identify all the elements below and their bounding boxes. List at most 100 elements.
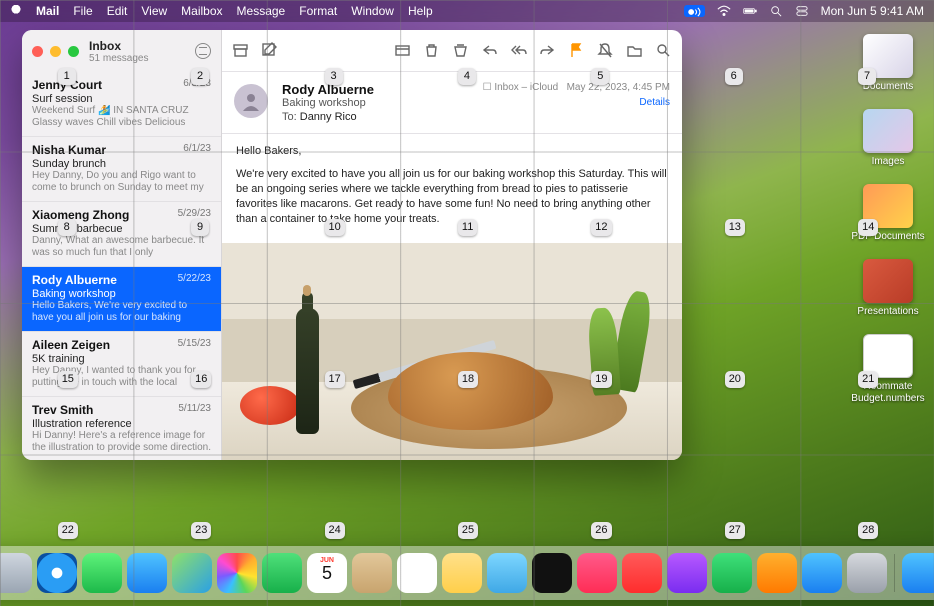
row-subject: Baking workshop — [32, 288, 211, 300]
menu-file[interactable]: File — [73, 4, 92, 18]
mail-window: Inbox 51 messages Jenny Court6/3/23 Surf… — [22, 30, 682, 460]
mailbox-indicator[interactable]: ☐ — [483, 82, 495, 93]
details-link[interactable]: Details — [483, 97, 670, 108]
wifi-icon[interactable] — [717, 5, 731, 17]
grid-cell-number: 25 — [458, 522, 478, 539]
mail-reader-pane: Rody Albuerne Baking workshop To: Danny … — [222, 30, 682, 460]
row-from: Aileen Zeigen — [32, 338, 110, 352]
desktop-stack-images[interactable]: Images — [850, 109, 926, 168]
dock-podcasts-icon[interactable] — [667, 553, 707, 593]
dock-settings-icon[interactable] — [847, 553, 887, 593]
archive2-icon[interactable] — [394, 42, 411, 59]
grid-cell-number: 6 — [725, 68, 743, 85]
message-row[interactable]: Jenny Court6/3/23 Surf session Weekend S… — [22, 72, 221, 137]
desktop-file-budget[interactable]: Roommate Budget.numbers — [850, 334, 926, 405]
mute-icon[interactable] — [597, 42, 614, 59]
dock-calendar-icon[interactable]: JUN5 — [307, 553, 347, 593]
to-name[interactable]: Danny Rico — [300, 111, 357, 123]
search-icon[interactable] — [655, 42, 672, 59]
inbox-count: 51 messages — [89, 53, 148, 64]
desktop-stack-presentations[interactable]: Presentations — [850, 259, 926, 318]
menubar-clock[interactable]: Mon Jun 5 9:41 AM — [821, 4, 924, 18]
sender-avatar[interactable] — [234, 84, 268, 118]
dock-appstore-icon[interactable] — [802, 553, 842, 593]
dock-messages-icon[interactable] — [82, 553, 122, 593]
dock-numbers-icon[interactable] — [712, 553, 752, 593]
message-greeting: Hello Bakers, — [236, 144, 668, 159]
close-window-button[interactable] — [32, 46, 43, 57]
message-row[interactable]: Aileen Zeigen5/15/23 5K training Hey Dan… — [22, 332, 221, 397]
desktop-stack-pdf[interactable]: PDF Documents — [850, 184, 926, 243]
dock-freeform-icon[interactable] — [487, 553, 527, 593]
app-name[interactable]: Mail — [36, 4, 59, 18]
compose-icon[interactable] — [261, 42, 278, 59]
dock-mail-icon[interactable] — [127, 553, 167, 593]
reply-all-icon[interactable] — [510, 42, 527, 59]
row-from: Nisha Kumar — [32, 143, 106, 157]
menu-help[interactable]: Help — [408, 4, 433, 18]
menu-message[interactable]: Message — [237, 4, 286, 18]
zoom-window-button[interactable] — [68, 46, 79, 57]
menu-edit[interactable]: Edit — [107, 4, 128, 18]
message-attachment-image[interactable] — [222, 243, 682, 460]
dock-launchpad-icon[interactable] — [0, 553, 32, 593]
message-header: Rody Albuerne Baking workshop To: Danny … — [222, 72, 682, 134]
message-row[interactable]: Trev Smith 5/11/23 Illustration reference… — [22, 397, 221, 460]
minimize-window-button[interactable] — [50, 46, 61, 57]
move-icon[interactable] — [626, 42, 643, 59]
mail-message-list: Inbox 51 messages Jenny Court6/3/23 Surf… — [22, 30, 222, 460]
battery-icon[interactable] — [743, 5, 757, 17]
dock-reminders-icon[interactable] — [397, 553, 437, 593]
menu-window[interactable]: Window — [351, 4, 394, 18]
row-preview: Hey Danny, Do you and Rigo want to come … — [32, 170, 211, 194]
menubar: Mail File Edit View Mailbox Message Form… — [0, 0, 934, 22]
dock-maps-icon[interactable] — [172, 553, 212, 593]
dock-contacts-icon[interactable] — [352, 553, 392, 593]
inbox-title: Inbox — [89, 39, 148, 53]
message-body: Hello Bakers, We're very excited to have… — [222, 134, 682, 237]
dock-news-icon[interactable] — [622, 553, 662, 593]
grid-cell-number: 23 — [191, 522, 211, 539]
row-subject: Illustration reference — [32, 418, 211, 430]
dock-downloads-icon[interactable] — [902, 553, 934, 593]
archive-icon[interactable] — [232, 42, 249, 59]
message-row[interactable]: Rody Albuerne5/22/23 Baking workshop Hel… — [22, 267, 221, 332]
junk-icon[interactable] — [452, 42, 469, 59]
grid-cell-number: 20 — [725, 371, 745, 388]
row-preview: Hello Bakers, We're very excited to have… — [32, 300, 211, 324]
voice-over-icon[interactable] — [684, 5, 705, 17]
dock: JUN5 — [0, 546, 934, 600]
dock-notes-icon[interactable] — [442, 553, 482, 593]
row-date: 5/22/23 — [178, 273, 211, 287]
row-date: 5/11/23 — [178, 403, 211, 417]
menu-format[interactable]: Format — [299, 4, 337, 18]
flag-icon[interactable] — [568, 42, 585, 59]
apple-menu-icon[interactable] — [10, 5, 22, 17]
row-from: Jenny Court — [32, 78, 102, 92]
control-center-icon[interactable] — [795, 5, 809, 17]
dock-music-icon[interactable] — [577, 553, 617, 593]
filter-button-icon[interactable] — [195, 43, 211, 59]
dock-pages-icon[interactable] — [757, 553, 797, 593]
grid-cell-number: 24 — [325, 522, 345, 539]
message-row[interactable]: Xiaomeng Zhong5/29/23 Summer barbecue Da… — [22, 202, 221, 267]
message-date: May 22, 2023, 4:45 PM — [567, 82, 670, 93]
dock-safari-icon[interactable] — [37, 553, 77, 593]
grid-cell-number: 22 — [58, 522, 78, 539]
row-date: 5/29/23 — [178, 208, 211, 222]
menu-mailbox[interactable]: Mailbox — [181, 4, 222, 18]
forward-icon[interactable] — [539, 42, 556, 59]
trash-icon[interactable] — [423, 42, 440, 59]
mail-list-header: Inbox 51 messages — [22, 30, 221, 72]
row-from: Trev Smith — [32, 403, 93, 417]
spotlight-icon[interactable] — [769, 5, 783, 17]
row-preview: Hi Danny! Here's a reference image for t… — [32, 430, 211, 454]
message-row[interactable]: Nisha Kumar6/1/23 Sunday brunch Hey Dann… — [22, 137, 221, 202]
row-subject: Summer barbecue — [32, 223, 211, 235]
dock-tv-icon[interactable] — [532, 553, 572, 593]
dock-photos-icon[interactable] — [217, 553, 257, 593]
dock-facetime-icon[interactable] — [262, 553, 302, 593]
reply-icon[interactable] — [481, 42, 498, 59]
desktop-stack-documents[interactable]: Documents — [850, 34, 926, 93]
menu-view[interactable]: View — [141, 4, 167, 18]
